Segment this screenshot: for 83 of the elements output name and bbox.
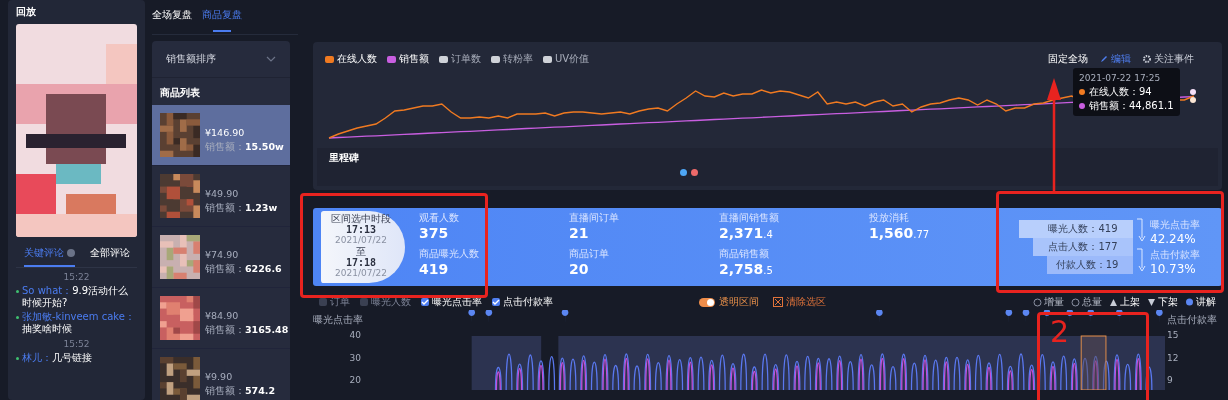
range-date: 2021/07/22 — [334, 235, 388, 246]
comment-text: 林儿：几号链接 — [22, 352, 92, 364]
product-item[interactable]: ¥84.90 销售额：3165.48 — [152, 288, 290, 349]
legend-item[interactable]: 销售额 — [387, 52, 429, 66]
range-time: 17:18 — [344, 257, 378, 268]
comment-text: 张加敏-kinveem cake： 抽奖啥时候 — [22, 311, 136, 335]
marker-legend-item: 总量 — [1071, 295, 1102, 309]
follow-events-button[interactable]: 关注事件 — [1143, 52, 1194, 66]
metric-label: 商品订单 — [569, 247, 610, 261]
pin-button[interactable]: 固定全场 — [1048, 52, 1088, 66]
marker-legend-item: 讲解 — [1185, 295, 1216, 309]
tooltip-value: 在线人数：94 — [1089, 85, 1152, 99]
metric-value: 375 — [419, 225, 450, 241]
range-date: 2021/07/22 — [334, 268, 388, 279]
toggle-label: 透明区间 — [719, 295, 759, 309]
metric-label: 直播间订单 — [569, 211, 620, 225]
product-sales: 销售额：15.50w — [205, 140, 284, 154]
axis-tick-label: 30 — [349, 352, 361, 365]
metric-label: 投放消耗 — [869, 211, 910, 225]
product-price: ¥146.90 — [205, 126, 246, 140]
axis-tick-label: 20 — [349, 375, 361, 388]
clear-selection-button[interactable]: 清除选区 — [773, 295, 826, 309]
product-price: ¥9.90 — [205, 370, 234, 384]
panel-title: 回放 — [16, 5, 37, 19]
page-tab[interactable]: 商品复盘 — [202, 8, 242, 34]
metric-label: 观看人数 — [419, 211, 460, 225]
legend-item[interactable]: 在线人数 — [325, 52, 377, 66]
rate-value: 42.24% — [1150, 232, 1197, 246]
axis-title: 点击付款率 — [1167, 313, 1217, 327]
legend-item[interactable]: 转粉率 — [491, 52, 533, 66]
axis-tick-label: 9 — [1167, 375, 1174, 388]
tooltip-time: 2021-07-22 17:25 — [1079, 72, 1162, 85]
funnel-step: 曝光人数：419 — [1019, 220, 1133, 238]
product-price: ¥74.90 — [205, 248, 240, 262]
sort-dropdown[interactable]: 销售额排序 — [152, 41, 290, 78]
product-price: ¥49.90 — [205, 187, 240, 201]
metric-value: 20 — [569, 261, 590, 277]
funnel-step: 点击人数：177 — [1033, 238, 1133, 256]
milestone-title: 里程碑 — [329, 151, 360, 165]
product-item[interactable]: ¥49.90 销售额：1.23w — [152, 166, 290, 227]
annotation-label: 2 — [1050, 316, 1070, 348]
legend-item[interactable]: 订单数 — [439, 52, 481, 66]
axis-tick-label: 15 — [1167, 330, 1180, 342]
funnel-step: 付款人数：19 — [1047, 256, 1133, 274]
metric-value: 21 — [569, 225, 590, 241]
marker-legend-item: 上架 — [1109, 295, 1140, 309]
metric-value: 1,560.77 — [869, 225, 931, 241]
page-tab[interactable]: 全场复盘 — [152, 8, 192, 34]
rate-label: 点击付款率 — [1150, 248, 1200, 262]
product-item[interactable]: ¥146.90 销售额：15.50w — [152, 105, 290, 166]
metric-value: 2,371.4 — [719, 225, 774, 241]
product-item[interactable]: ¥74.90 销售额：6226.6 — [152, 227, 290, 288]
rate-value: 10.73% — [1150, 262, 1197, 276]
range-time: 17:13 — [344, 224, 378, 235]
range-separator: 至 — [355, 246, 367, 257]
axis-title: 曝光点击率 — [313, 313, 363, 327]
marker-legend-item: 增量 — [1033, 295, 1064, 309]
metric-label: 商品曝光人数 — [419, 247, 480, 261]
legend-item[interactable]: UV价值 — [543, 52, 590, 66]
product-item[interactable]: ¥9.90 销售额：574.2 — [152, 349, 290, 400]
marker-legend-item: 下架 — [1147, 295, 1178, 309]
product-price: ¥84.90 — [205, 309, 240, 323]
section-heading: 商品列表 — [159, 86, 201, 100]
rate-label: 曝光点击率 — [1150, 218, 1200, 232]
axis-tick-label: 40 — [349, 330, 361, 342]
metric-value: 419 — [419, 261, 450, 277]
comment-tab[interactable]: 关键评论 — [23, 243, 75, 267]
range-title: 区间选中时段 — [330, 213, 392, 224]
edit-button[interactable]: 编辑 — [1100, 52, 1131, 66]
comment-text: So what：9.9活动什么时候开始? — [22, 285, 130, 309]
axis-tick-label: 12 — [1167, 352, 1180, 365]
comment-time: 15:22 — [62, 271, 91, 283]
series-checkbox[interactable]: 点击付款率 — [492, 295, 553, 309]
tooltip-value: 销售额：44,861.1 — [1089, 99, 1174, 113]
comment-time: 15:52 — [62, 338, 91, 350]
comment-tab[interactable]: 全部评论 — [89, 243, 130, 267]
metric-label: 直播间销售额 — [719, 211, 780, 225]
metric-value: 2,758.5 — [719, 261, 774, 277]
product-sales: 销售额：574.2 — [205, 384, 276, 398]
metric-label: 商品销售额 — [719, 247, 770, 261]
product-sales: 销售额：1.23w — [205, 201, 278, 215]
product-sales: 销售额：3165.48 — [205, 323, 289, 337]
product-sales: 销售额：6226.6 — [205, 262, 282, 276]
